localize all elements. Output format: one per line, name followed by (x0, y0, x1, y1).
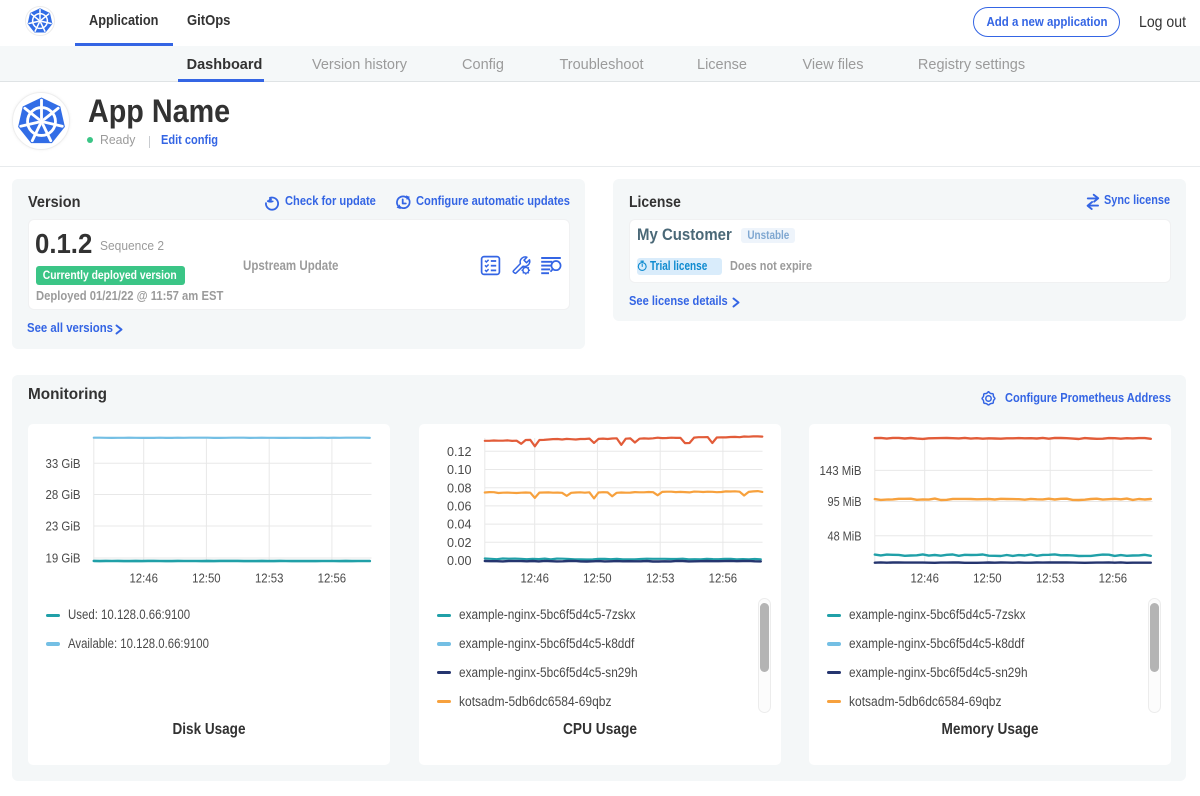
svg-text:12:56: 12:56 (318, 571, 347, 586)
svg-text:12:46: 12:46 (910, 571, 939, 586)
svg-text:23 GiB: 23 GiB (46, 519, 81, 534)
svg-text:0.00: 0.00 (447, 553, 472, 568)
svg-text:0.02: 0.02 (447, 535, 472, 550)
svg-text:0.10: 0.10 (447, 462, 472, 477)
svg-text:33 GiB: 33 GiB (46, 456, 81, 471)
svg-text:12:53: 12:53 (255, 571, 284, 586)
svg-text:95 MiB: 95 MiB (828, 494, 862, 509)
svg-text:28 GiB: 28 GiB (46, 487, 81, 502)
svg-text:19 GiB: 19 GiB (46, 551, 81, 566)
svg-text:12:56: 12:56 (1099, 571, 1128, 586)
svg-text:0.12: 0.12 (447, 444, 472, 459)
svg-text:12:53: 12:53 (646, 571, 675, 586)
svg-text:143 MiB: 143 MiB (820, 463, 862, 478)
svg-text:12:46: 12:46 (520, 571, 549, 586)
svg-text:12:50: 12:50 (192, 571, 221, 586)
svg-text:0.08: 0.08 (447, 480, 472, 495)
svg-text:48 MiB: 48 MiB (828, 528, 862, 543)
svg-text:12:56: 12:56 (709, 571, 738, 586)
svg-text:12:46: 12:46 (129, 571, 158, 586)
svg-text:12:53: 12:53 (1036, 571, 1065, 586)
svg-text:12:50: 12:50 (973, 571, 1002, 586)
svg-text:0.06: 0.06 (447, 499, 472, 514)
svg-text:0.04: 0.04 (447, 517, 472, 532)
svg-text:12:50: 12:50 (583, 571, 612, 586)
